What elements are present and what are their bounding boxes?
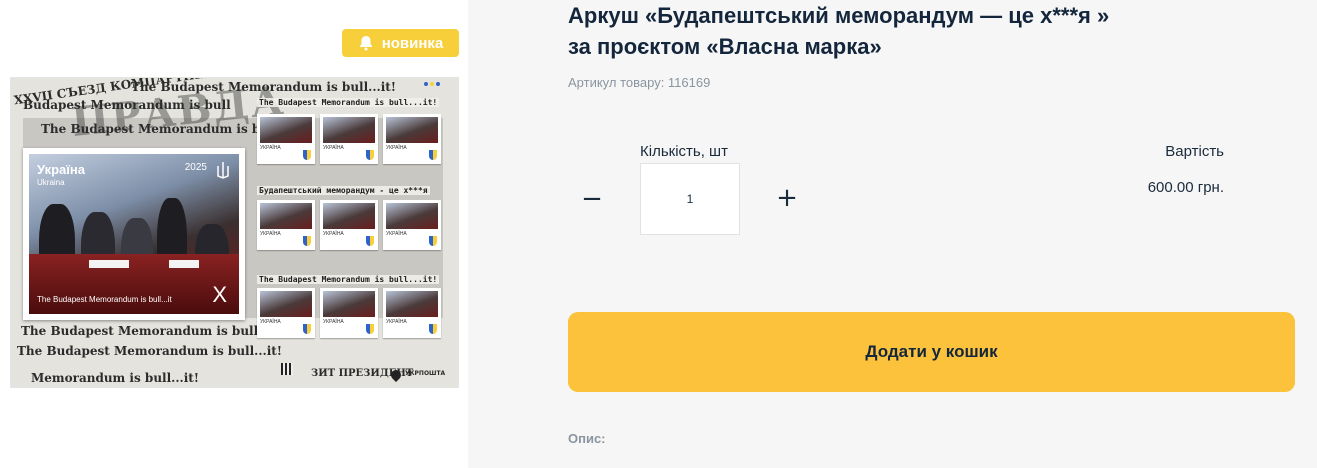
add-to-cart-button[interactable]: Додати у кошик bbox=[568, 312, 1295, 392]
stamp-caption: The Budapest Memorandum is bull...it bbox=[37, 295, 172, 304]
main-stamp: Україна Ukraina 2025 The Budapest Memora… bbox=[23, 148, 245, 320]
increase-quantity-button[interactable]: + bbox=[774, 185, 800, 211]
quantity-input[interactable] bbox=[640, 163, 740, 235]
news-line: Budapest Memorandum is bull bbox=[23, 98, 231, 112]
stamp-value: X bbox=[212, 282, 227, 307]
description-label: Опис: bbox=[568, 431, 606, 446]
trident-icon bbox=[217, 162, 229, 179]
mini-stamp-grid: УКРАЇНА УКРАЇНА УКРАЇНА УКРАЇНА УКРАЇНА … bbox=[257, 114, 443, 360]
new-badge-label: новинка bbox=[381, 34, 444, 52]
price-label: Вартість bbox=[1165, 143, 1224, 160]
mini-stamp: УКРАЇНА bbox=[320, 288, 378, 338]
product-title: Аркуш «Будапештський меморандум — це х**… bbox=[568, 3, 1110, 59]
quantity-label: Кількість, шт bbox=[640, 143, 728, 160]
new-badge: новинка bbox=[342, 29, 459, 57]
product-image-pane: новинка ПРАВДА XXVII СЪЕЗД КОМПАРТИИ The… bbox=[0, 0, 468, 468]
news-line: The Budapest Memorandum is bull...it! bbox=[17, 344, 283, 358]
mini-stamp: УКРАЇНА bbox=[383, 114, 441, 164]
mini-stamp: УКРАЇНА bbox=[383, 200, 441, 250]
stamp-year: 2025 bbox=[184, 162, 207, 173]
mini-stamp: УКРАЇНА bbox=[257, 114, 315, 164]
product-sku: Артикул товару: 116169 bbox=[568, 75, 711, 90]
mini-stamp: УКРАЇНА bbox=[383, 288, 441, 338]
bell-icon bbox=[359, 36, 372, 51]
news-line: Memorandum is bull...it! bbox=[31, 371, 200, 385]
qr-code bbox=[281, 363, 293, 375]
news-line: The Budapest Memorandum is bull...it! bbox=[131, 80, 397, 94]
price-value: 600.00 грн. bbox=[1147, 179, 1224, 196]
stamp-country-sub: Ukraina bbox=[37, 178, 65, 187]
sheet-row-title: The Budapest Memorandum is bull...it! bbox=[257, 98, 440, 107]
news-line: The Budapest Memorandum is bull...it! bbox=[21, 324, 287, 338]
mini-stamp: УКРАЇНА bbox=[320, 200, 378, 250]
mini-stamp: УКРАЇНА bbox=[320, 114, 378, 164]
mini-stamp: УКРАЇНА bbox=[257, 288, 315, 338]
mini-stamp: УКРАЇНА bbox=[257, 200, 315, 250]
stamp-country: Україна bbox=[37, 162, 86, 177]
product-image[interactable]: ПРАВДА XXVII СЪЕЗД КОМПАРТИИ The Budapes… bbox=[11, 78, 458, 387]
color-dots bbox=[424, 82, 440, 86]
stamp-photo: Україна Ukraina 2025 The Budapest Memora… bbox=[29, 154, 239, 314]
product-details-pane: Аркуш «Будапештський меморандум — це х**… bbox=[468, 0, 1317, 468]
footer-brand: УКРПОШТА bbox=[405, 370, 446, 377]
decrease-quantity-button[interactable]: − bbox=[580, 186, 604, 212]
